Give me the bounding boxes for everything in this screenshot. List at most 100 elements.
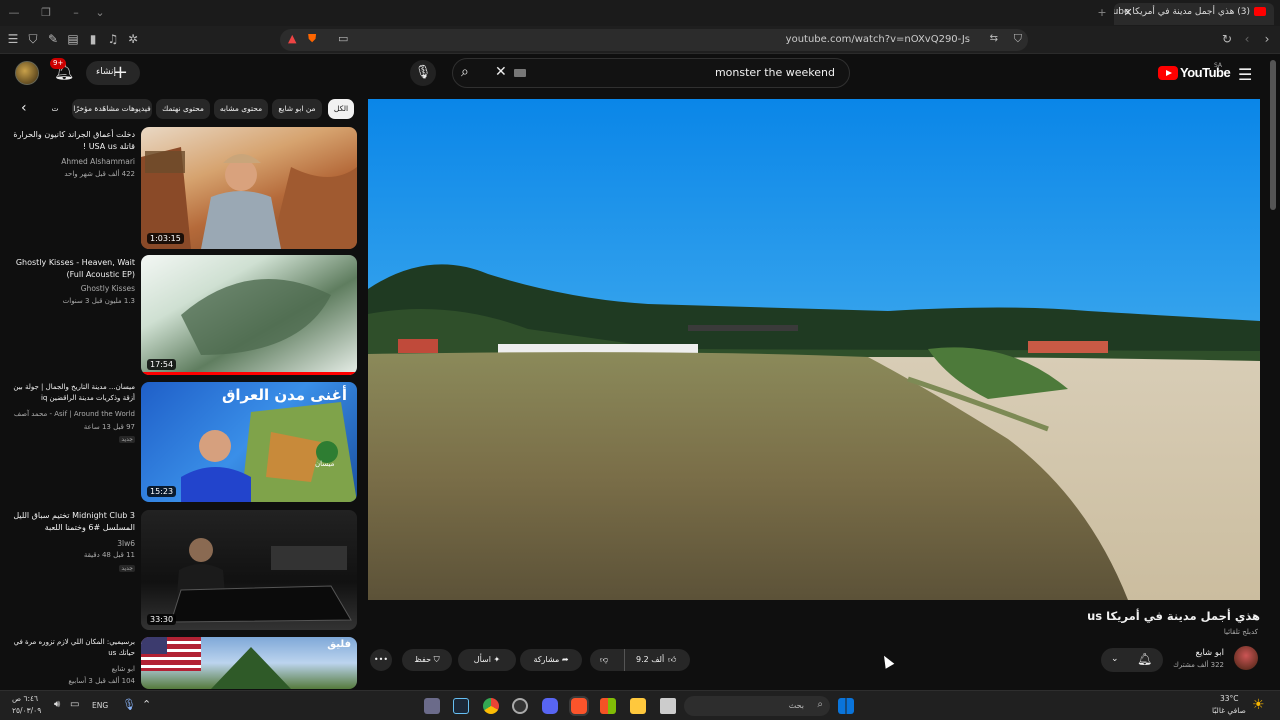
minimize-icon[interactable]: — [6, 5, 22, 21]
music-icon[interactable]: ♫ [106, 32, 120, 46]
chip-from-channel[interactable]: من ابو شايع [272, 99, 322, 119]
rec-channel[interactable]: Ahmed Alshammari [7, 157, 135, 166]
search-icon[interactable]: ⌕ [461, 64, 469, 80]
rec-title[interactable]: دخلت أعماق الجراند كانيون والحرارة قاتلة… [7, 129, 135, 153]
video-thumbnail[interactable]: فليق [141, 637, 357, 689]
rec-meta: 104 ألف قبل 3 أسابيع [68, 677, 135, 685]
chip-interesting[interactable]: محتوى نهتمك [156, 99, 210, 119]
logo-text: YouTube [1180, 65, 1231, 80]
weather-temp: 33°C [1220, 694, 1239, 703]
video-thumbnail[interactable]: 1:03:15 [141, 127, 357, 249]
keyboard-icon[interactable] [514, 69, 526, 77]
network-icon[interactable]: ▭ [70, 699, 79, 710]
weather-sun-icon[interactable]: ☀ [1252, 697, 1265, 713]
video-thumbnail[interactable]: 17:54 [141, 255, 357, 375]
video-thumbnail[interactable]: 33:30 [141, 510, 357, 630]
browser-tab-strip: — ❐ – ⌄ + (3) هذي أجمل مدينة في أمريكا u… [0, 0, 1280, 26]
subscription-bell-button[interactable]: ⌄ 🔔︎ [1101, 648, 1163, 672]
notifications-bell-icon[interactable]: 🔔︎ 9+ [50, 58, 74, 82]
sparkle-icon: ✦ [493, 655, 501, 664]
rec-channel[interactable]: Ghostly Kisses [7, 284, 135, 293]
rec-title[interactable]: ميسان... مدينة التاريخ والجمال | جولة بي… [7, 382, 135, 404]
file-explorer-icon[interactable] [630, 698, 646, 714]
page-scrollbar[interactable] [1270, 60, 1276, 210]
recommendation-item[interactable]: 33:30 Midnight Club 3 تختيم سباق الليل ا… [0, 510, 360, 634]
app-icon-1[interactable] [424, 698, 440, 714]
chevron-left-icon[interactable]: ‹ [21, 100, 27, 116]
obs-icon[interactable] [512, 698, 528, 714]
microphone-icon[interactable]: 🎙︎ [122, 698, 136, 711]
chip-recently-watched[interactable]: فيديوهات مشاهَدة مؤخرًا [72, 99, 152, 119]
create-button[interactable]: إنشاء + [86, 61, 140, 85]
rec-channel[interactable]: ابو شايع [7, 665, 135, 673]
thumbnail-art [141, 637, 291, 689]
taskbar-search-input[interactable]: بحث ⌕ [684, 696, 830, 716]
rec-meta: 1.3 مليون قبل 3 سنوات [62, 297, 135, 305]
site-settings-icon[interactable]: ⇆ [990, 33, 998, 44]
restore-icon[interactable]: ❐ [38, 5, 54, 21]
more-actions-icon[interactable]: ••• [370, 649, 392, 671]
reload-icon[interactable]: ↻ [1220, 32, 1234, 46]
brave-icon[interactable] [571, 698, 587, 714]
clear-search-icon[interactable]: ✕ [495, 64, 507, 80]
reader-icon[interactable]: ▤ [66, 32, 80, 46]
windows-start-icon[interactable] [838, 698, 854, 714]
recommendation-item[interactable]: أغنى مدن العراق ميسان 15:23 ميسان... مدي… [0, 382, 360, 506]
chip-similar[interactable]: محتوى مشابه [214, 99, 268, 119]
recommendation-item[interactable]: فليق برسيميي: المكان اللي لازم تزوره مرة… [0, 637, 360, 689]
share-button[interactable]: مشاركة ➦ [520, 649, 582, 671]
youtube-favicon-icon [1254, 7, 1266, 16]
search-input[interactable]: ⌕ ✕ monster the weekend [452, 58, 850, 88]
share-label: مشاركة [533, 655, 560, 664]
recommendation-item[interactable]: 17:54 Ghostly Kisses - Heaven, Wait (Ful… [0, 255, 360, 379]
channel-name[interactable]: ابو شايع [1196, 648, 1224, 658]
rec-title[interactable]: Midnight Club 3 تختيم سباق الليل المسلسل… [7, 510, 135, 534]
steam-icon[interactable] [453, 698, 469, 714]
ask-button[interactable]: اسأل ✦ [458, 649, 516, 671]
brave-rewards-icon[interactable]: ▲ [288, 32, 296, 45]
account-avatar[interactable] [15, 61, 39, 85]
dislike-icon[interactable]: 👎︎ [600, 649, 608, 671]
rec-channel[interactable]: محمد آصف - Asif | Around the World [7, 410, 135, 418]
back-icon[interactable]: ‹ [1240, 32, 1254, 46]
rec-meta: 422 ألف قبل شهر واحد [64, 170, 135, 178]
volume-icon[interactable]: 🔊︎ [54, 699, 60, 710]
voice-search-mic-icon[interactable]: 🎙︎ [410, 60, 436, 86]
forward-icon[interactable]: › [1260, 32, 1274, 46]
window-dash-icon[interactable]: – [68, 5, 84, 21]
sidebar-toggle-icon[interactable]: ▮ [86, 32, 100, 46]
extension-icon[interactable]: ✎ [46, 32, 60, 46]
sidebar-menu-icon[interactable]: ☰ [6, 32, 20, 46]
cast-icon[interactable]: ▭ [338, 32, 348, 45]
tray-chevron-up-icon[interactable]: ⌃ [142, 698, 151, 711]
new-tab-icon[interactable]: + [1094, 5, 1110, 21]
shield-icon[interactable]: ⛉ [26, 32, 40, 46]
store-icon[interactable] [600, 698, 616, 714]
browser-tab[interactable]: (3) هذي أجمل مدينة في أمريكا us ube [1114, 3, 1274, 25]
youtube-logo[interactable]: YouTube SA [1158, 62, 1231, 84]
brave-shield-icon[interactable]: ⛊ [308, 32, 316, 46]
discord-icon[interactable] [542, 698, 558, 714]
chip-all[interactable]: الكل [328, 99, 354, 119]
address-bar[interactable]: ▲ ⛊ ▭ youtube.com/watch?v=nOXvQ290-Js ⇆ … [280, 29, 1028, 51]
rec-channel[interactable]: 3lw6 [7, 539, 135, 548]
puzzle-icon[interactable]: ✲ [126, 32, 140, 46]
task-view-icon[interactable] [660, 698, 676, 714]
video-thumbnail[interactable]: أغنى مدن العراق ميسان 15:23 [141, 382, 357, 502]
chevron-down-icon[interactable]: ⌄ [92, 5, 108, 21]
like-icon[interactable]: 👍︎ [668, 649, 676, 671]
rec-title[interactable]: برسيميي: المكان اللي لازم تزوره مرة في ح… [7, 637, 135, 659]
chrome-icon[interactable] [483, 698, 499, 714]
rec-title[interactable]: Ghostly Kisses - Heaven, Wait (Full Acou… [7, 257, 135, 281]
save-button[interactable]: حفظ ⛉ [402, 649, 452, 671]
video-player[interactable] [368, 99, 1260, 600]
hamburger-menu-icon[interactable]: ☰ [1238, 65, 1252, 84]
channel-avatar[interactable] [1234, 646, 1258, 670]
language-indicator[interactable]: ENG [92, 701, 108, 710]
chip-partial[interactable]: ت [50, 99, 60, 119]
close-tab-icon[interactable]: ✕ [1120, 5, 1136, 21]
youtube-play-icon [1158, 66, 1178, 80]
bookmark-icon[interactable]: ⛉ [1014, 32, 1022, 46]
thumb-title: فليق [327, 639, 351, 650]
recommendation-item[interactable]: 1:03:15 دخلت أعماق الجراند كانيون والحرا… [0, 127, 360, 251]
